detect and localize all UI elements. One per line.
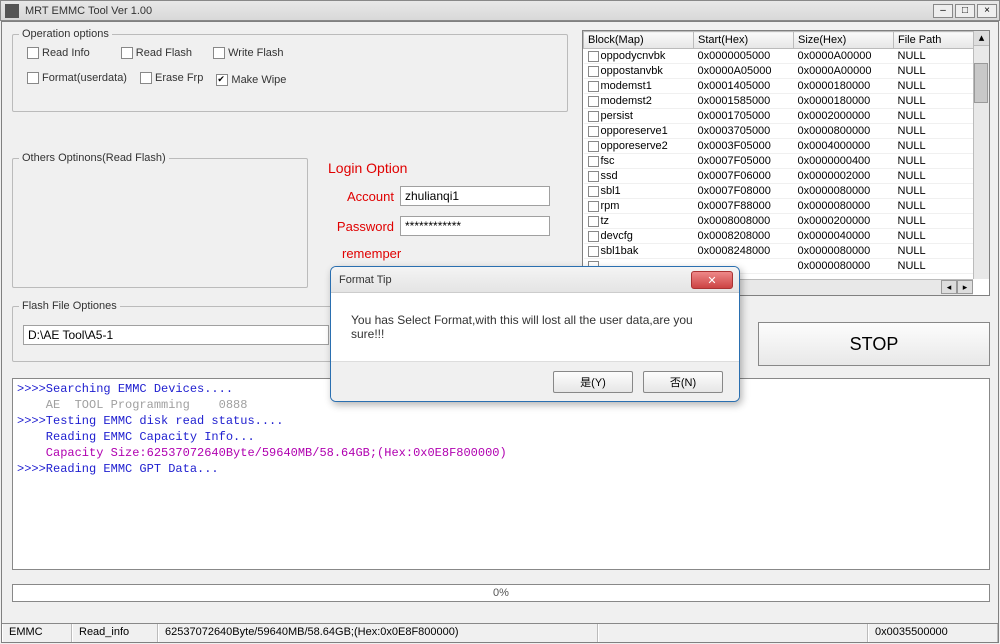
account-label: Account: [328, 189, 394, 204]
table-row[interactable]: rpm0x0007F880000x0000080000NULL: [584, 199, 989, 214]
row-checkbox[interactable]: [588, 66, 599, 77]
status-spacer: [598, 624, 868, 642]
col-size[interactable]: Size(Hex): [794, 32, 894, 49]
dialog-yes-button[interactable]: 是(Y): [553, 371, 633, 393]
remember-label: rememper: [342, 246, 401, 261]
col-start[interactable]: Start(Hex): [694, 32, 794, 49]
dialog-no-button[interactable]: 否(N): [643, 371, 723, 393]
window-title: MRT EMMC Tool Ver 1.00: [25, 5, 933, 17]
operation-options-legend: Operation options: [19, 28, 112, 40]
title-bar: MRT EMMC Tool Ver 1.00 – □ ×: [0, 0, 1000, 21]
status-addr: 0x0035500000: [868, 624, 998, 642]
table-scrollbar-vertical[interactable]: ▴: [973, 31, 989, 279]
table-row[interactable]: sbl1bak0x00082480000x0000080000NULL: [584, 244, 989, 259]
dialog-title[interactable]: Format Tip: [331, 267, 739, 293]
chk-make-wipe[interactable]: Make Wipe: [216, 74, 286, 86]
table-row[interactable]: tz0x00080080000x0000200000NULL: [584, 214, 989, 229]
others-options-group: Others Optinons(Read Flash): [12, 158, 308, 288]
progress-text: 0%: [493, 587, 509, 599]
maximize-button[interactable]: □: [955, 4, 975, 18]
dialog-message: You has Select Format,with this will los…: [351, 313, 719, 341]
table-row[interactable]: ssd0x0007F060000x0000002000NULL: [584, 169, 989, 184]
partition-table: Block(Map) Start(Hex) Size(Hex) File Pat…: [582, 30, 990, 296]
table-row[interactable]: modemst10x00014050000x0000180000NULL: [584, 79, 989, 94]
col-block[interactable]: Block(Map): [584, 32, 694, 49]
app-icon: [5, 4, 19, 18]
row-checkbox[interactable]: [588, 186, 599, 197]
row-checkbox[interactable]: [588, 96, 599, 107]
log-area[interactable]: >>>>Searching EMMC Devices.... AE TOOL P…: [12, 378, 990, 570]
chk-erase-frp[interactable]: Erase Frp: [140, 72, 203, 84]
table-row[interactable]: modemst20x00015850000x0000180000NULL: [584, 94, 989, 109]
table-row[interactable]: oppodycnvbk0x00000050000x0000A00000NULL: [584, 49, 989, 64]
row-checkbox[interactable]: [588, 246, 599, 257]
operation-options-group: Operation options Read Info Read Flash W…: [12, 34, 568, 112]
row-checkbox[interactable]: [588, 156, 599, 167]
minimize-button[interactable]: –: [933, 4, 953, 18]
status-mode: Read_info: [72, 624, 158, 642]
row-checkbox[interactable]: [588, 51, 599, 62]
log-line: Capacity Size:62537072640Byte/59640MB/58…: [17, 445, 985, 461]
row-checkbox[interactable]: [588, 111, 599, 122]
table-row[interactable]: devcfg0x00082080000x0000040000NULL: [584, 229, 989, 244]
progress-bar: 0%: [12, 584, 990, 602]
table-row[interactable]: oppostanvbk0x0000A050000x0000A00000NULL: [584, 64, 989, 79]
status-capacity: 62537072640Byte/59640MB/58.64GB;(Hex:0x0…: [158, 624, 598, 642]
row-checkbox[interactable]: [588, 216, 599, 227]
table-row[interactable]: opporeserve10x00037050000x0000800000NULL: [584, 124, 989, 139]
chk-write-flash[interactable]: Write Flash: [213, 47, 283, 59]
dialog-close-button[interactable]: ✕: [691, 271, 733, 289]
row-checkbox[interactable]: [588, 201, 599, 212]
chk-read-flash[interactable]: Read Flash: [121, 47, 192, 59]
log-line: >>>>Reading EMMC GPT Data...: [17, 461, 985, 477]
password-input[interactable]: [400, 216, 550, 236]
flash-file-input[interactable]: [23, 325, 329, 345]
status-device: EMMC: [2, 624, 72, 642]
format-dialog: Format Tip ✕ You has Select Format,with …: [330, 266, 740, 402]
password-label: Password: [328, 219, 394, 234]
table-row[interactable]: sbl10x0007F080000x0000080000NULL: [584, 184, 989, 199]
row-checkbox[interactable]: [588, 171, 599, 182]
row-checkbox[interactable]: [588, 231, 599, 242]
table-row[interactable]: opporeserve20x0003F050000x0004000000NULL: [584, 139, 989, 154]
row-checkbox[interactable]: [588, 141, 599, 152]
table-row[interactable]: fsc0x0007F050000x0000000400NULL: [584, 154, 989, 169]
close-button[interactable]: ×: [977, 4, 997, 18]
log-line: Reading EMMC Capacity Info...: [17, 429, 985, 445]
login-panel: Login Option Account Password rememper: [328, 160, 568, 261]
login-heading: Login Option: [328, 160, 568, 176]
status-bar: EMMC Read_info 62537072640Byte/59640MB/5…: [2, 623, 998, 642]
account-input[interactable]: [400, 186, 550, 206]
flash-file-legend: Flash File Optiones: [19, 300, 120, 312]
chk-format-userdata[interactable]: Format(userdata): [27, 72, 127, 84]
stop-button[interactable]: STOP: [758, 322, 990, 366]
table-row[interactable]: persist0x00017050000x0002000000NULL: [584, 109, 989, 124]
row-checkbox[interactable]: [588, 81, 599, 92]
others-options-legend: Others Optinons(Read Flash): [19, 152, 169, 164]
row-checkbox[interactable]: [588, 126, 599, 137]
chk-read-info[interactable]: Read Info: [27, 47, 90, 59]
log-line: >>>>Testing EMMC disk read status....: [17, 413, 985, 429]
